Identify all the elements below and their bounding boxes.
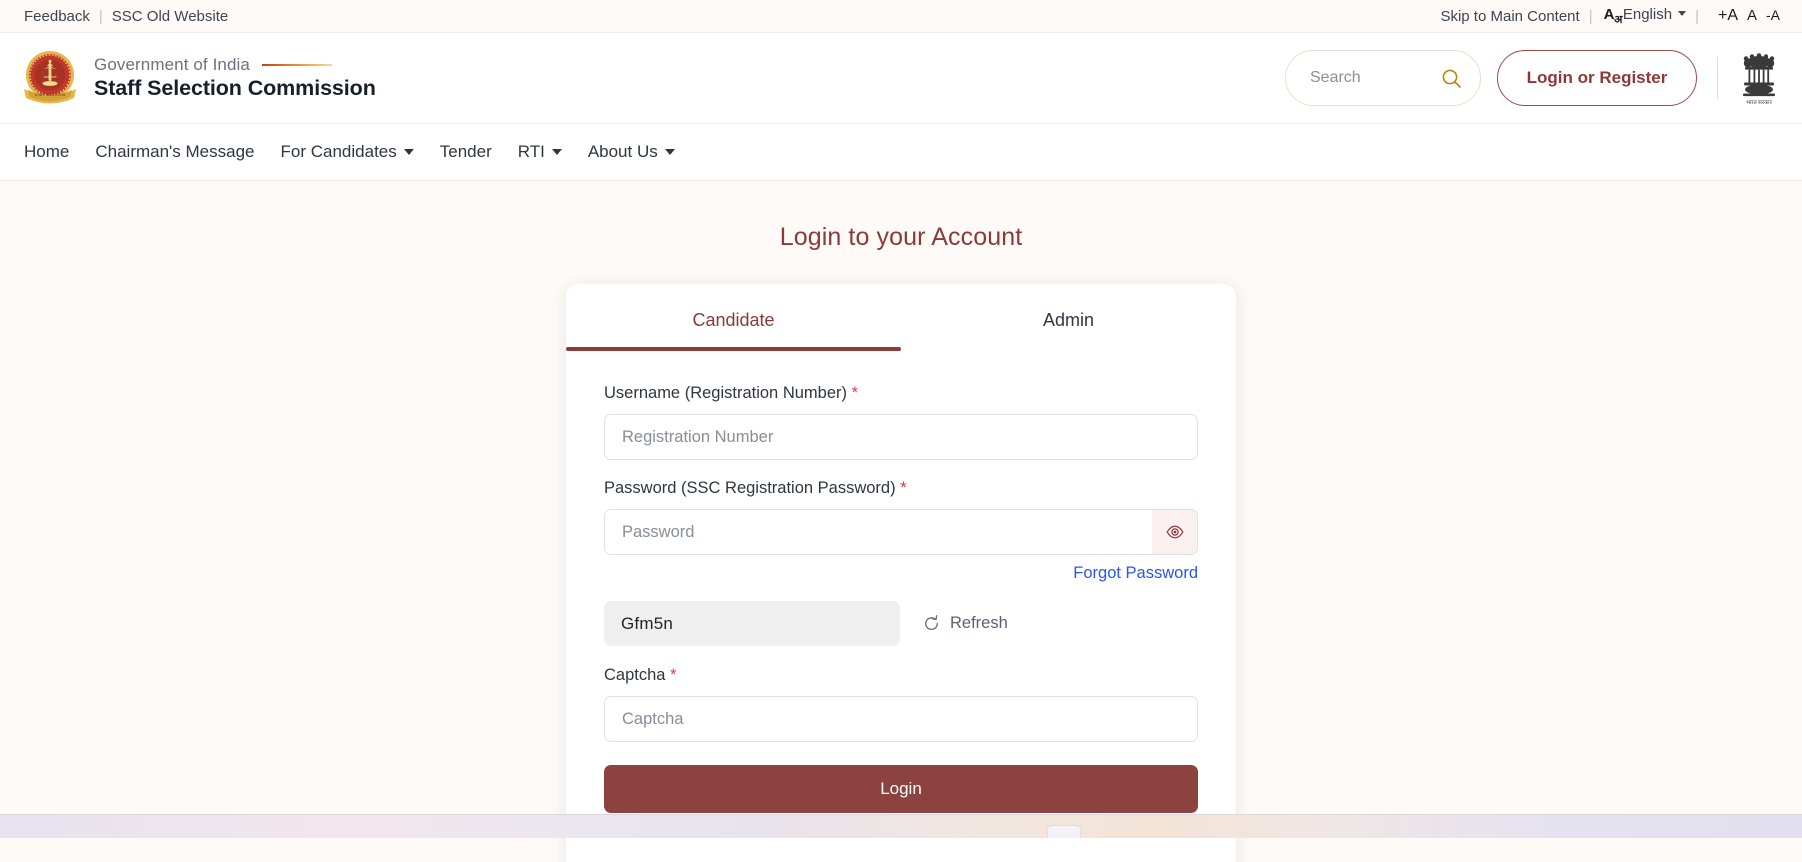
eye-icon: [1165, 525, 1184, 539]
svg-text:सत्यमेव जयते: सत्यमेव जयते: [44, 75, 57, 79]
government-of-india-label: Government of India: [94, 55, 250, 74]
nav-item-label: For Candidates: [280, 142, 397, 161]
captcha-code-display: Gfm5n: [604, 601, 900, 646]
utility-separator-2: |: [1588, 7, 1593, 25]
feedback-link[interactable]: Feedback: [24, 8, 90, 25]
login-form: Username (Registration Number) * Passwor…: [566, 351, 1236, 813]
language-current-value: English: [1622, 5, 1673, 23]
nav-item-for-candidates[interactable]: For Candidates: [281, 142, 414, 162]
chevron-down-icon: [403, 149, 414, 155]
chevron-down-icon: [664, 149, 675, 155]
font-decrease-button[interactable]: -A: [1766, 7, 1780, 23]
government-row: Government of India: [94, 55, 376, 75]
refresh-icon: [925, 615, 939, 631]
username-field-block: Username (Registration Number) *: [604, 384, 1198, 460]
primary-navigation: Home Chairman's Message For Candidates T…: [0, 124, 1802, 181]
refresh-label: Refresh: [950, 614, 1008, 632]
login-tabs: Candidate Admin: [566, 284, 1236, 351]
nav-item-tender[interactable]: Tender: [440, 142, 492, 162]
font-normal-button[interactable]: A: [1747, 7, 1757, 24]
nav-item-about-us[interactable]: About Us: [588, 142, 675, 162]
required-marker: *: [900, 479, 907, 497]
bottom-strip-handle[interactable]: [1047, 825, 1081, 838]
nav-item-label: Tender: [439, 142, 492, 161]
masthead-divider: [1717, 57, 1718, 99]
tab-label: Admin: [1042, 310, 1095, 330]
captcha-field-block: Captcha *: [604, 666, 1198, 742]
required-marker: *: [670, 666, 677, 684]
captcha-display-row: Gfm5n Refresh: [604, 601, 1198, 646]
tab-label: Candidate: [692, 310, 775, 330]
page-title: Login to your Account: [779, 223, 1023, 251]
language-glyph-icon: Aअ: [1603, 5, 1623, 26]
captcha-label: Captcha *: [604, 666, 1198, 685]
login-card: Candidate Admin Username (Registration N…: [566, 284, 1236, 862]
forgot-password-link[interactable]: Forgot Password: [1073, 564, 1198, 583]
tab-admin[interactable]: Admin: [901, 310, 1236, 351]
national-emblem-icon: भारत सरकार: [1743, 53, 1775, 106]
nav-item-label: RTI: [517, 142, 545, 161]
utility-separator-3: |: [1695, 7, 1699, 25]
brand-text: Government of India Staff Selection Comm…: [94, 55, 376, 101]
nav-item-label: Chairman's Message: [95, 142, 255, 161]
username-input[interactable]: [604, 414, 1198, 460]
masthead: सत्यमेव जयते STAFF SELECTION Government …: [0, 33, 1802, 124]
nav-item-chairmans-message[interactable]: Chairman's Message: [95, 142, 254, 162]
bottom-gradient-strip: [0, 814, 1802, 838]
password-label: Password (SSC Registration Password) *: [604, 479, 1198, 498]
chevron-down-icon: [551, 149, 562, 155]
search-box[interactable]: [1285, 50, 1481, 106]
password-input[interactable]: [604, 509, 1152, 555]
login-or-register-button[interactable]: Login or Register: [1497, 50, 1697, 106]
required-marker: *: [851, 384, 859, 402]
chevron-down-icon: [1678, 10, 1687, 16]
forgot-password-row: Forgot Password: [604, 564, 1198, 583]
search-icon[interactable]: [1441, 68, 1462, 89]
password-field-block: Password (SSC Registration Password) * F: [604, 479, 1198, 583]
login-submit-button[interactable]: Login: [604, 765, 1198, 813]
nav-item-rti[interactable]: RTI: [518, 142, 562, 162]
nav-item-label: Home: [24, 142, 70, 161]
username-label: Username (Registration Number) *: [604, 384, 1198, 403]
utility-bar-left: Feedback | SSC Old Website: [24, 8, 228, 25]
ssc-logo-icon: सत्यमेव जयते STAFF SELECTION: [24, 51, 76, 104]
utility-bar: Feedback | SSC Old Website Skip to Main …: [0, 0, 1802, 33]
nav-item-label: About Us: [587, 142, 658, 161]
tab-candidate[interactable]: Candidate: [566, 310, 901, 351]
brand-rule-divider: [261, 64, 332, 66]
font-size-controls: +A A -A: [1718, 7, 1780, 25]
language-selector[interactable]: Aअ English: [1603, 5, 1687, 27]
emblem-caption: भारत सरकार: [1746, 100, 1772, 106]
brand-block[interactable]: सत्यमेव जयते STAFF SELECTION Government …: [20, 49, 376, 107]
svg-text:STAFF SELECTION: STAFF SELECTION: [35, 93, 66, 97]
captcha-input[interactable]: [604, 696, 1198, 742]
username-label-text: Username (Registration Number): [604, 384, 847, 402]
captcha-label-text: Captcha: [604, 666, 666, 684]
skip-to-main-content-link[interactable]: Skip to Main Content: [1440, 8, 1579, 25]
utility-bar-right: Skip to Main Content | Aअ English | +A A…: [1440, 6, 1780, 27]
search-input[interactable]: [1310, 69, 1430, 87]
password-input-row: [604, 509, 1198, 555]
ssc-old-website-link[interactable]: SSC Old Website: [112, 8, 228, 25]
password-visibility-toggle[interactable]: [1152, 509, 1198, 555]
main-content: Login to your Account Candidate Admin Us…: [0, 181, 1802, 862]
masthead-right: Login or Register: [1285, 48, 1780, 108]
nav-item-home[interactable]: Home: [24, 142, 69, 162]
font-increase-button[interactable]: +A: [1718, 7, 1738, 25]
utility-separator-1: |: [98, 7, 103, 25]
password-label-text: Password (SSC Registration Password): [604, 479, 896, 497]
organisation-title: Staff Selection Commission: [94, 76, 376, 100]
refresh-captcha-button[interactable]: Refresh: [922, 614, 1008, 633]
